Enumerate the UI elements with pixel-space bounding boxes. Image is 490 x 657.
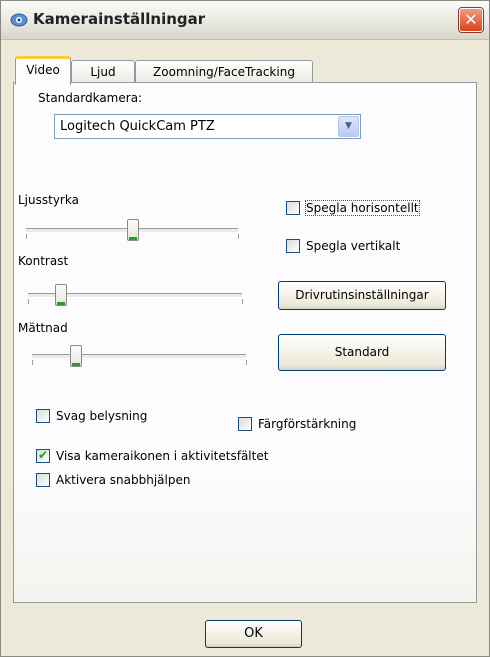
tab-ljud[interactable]: Ljud (71, 60, 135, 83)
camera-select-value: Logitech QuickCam PTZ (60, 119, 215, 134)
chevron-down-icon[interactable]: ▼ (338, 116, 359, 137)
tab-video[interactable]: Video (15, 56, 71, 85)
saturation-tick-max (246, 360, 247, 365)
standard-button[interactable]: Standard (278, 334, 446, 371)
camera-label: Standardkamera: (38, 91, 143, 105)
brightness-tick-min (26, 234, 27, 239)
saturation-slider-thumb[interactable] (69, 345, 82, 367)
mirror-vertical-label[interactable]: Spegla vertikalt (306, 239, 400, 253)
color-boost-label[interactable]: Färgförstärkning (258, 417, 356, 431)
show-tray-icon-checkbox[interactable]: ✔ (36, 448, 50, 463)
contrast-slider-thumb[interactable] (55, 284, 68, 306)
contrast-tick-max (242, 299, 243, 304)
camera-settings-window: Kamerainställningar ✕ Video Ljud Zoomnin… (0, 0, 490, 657)
checkmark-icon: ✔ (38, 448, 49, 462)
low-light-checkbox[interactable] (36, 409, 50, 423)
window-title: Kamerainställningar (33, 10, 206, 28)
brightness-slider-thumb[interactable] (127, 219, 139, 241)
tab-zoomning-facetracking[interactable]: Zoomning/FaceTracking (135, 60, 313, 83)
saturation-slider-track[interactable] (32, 354, 246, 359)
title-bar[interactable]: Kamerainställningar ✕ (1, 1, 489, 40)
video-tab-panel: Standardkamera: Logitech QuickCam PTZ ▼ … (13, 82, 477, 603)
brightness-tick-max (238, 234, 239, 239)
mirror-horizontal-checkbox[interactable] (286, 201, 300, 215)
quick-help-label[interactable]: Aktivera snabbhjälpen (56, 473, 190, 487)
mirror-horizontal-label[interactable]: Spegla horisontellt (305, 200, 420, 216)
saturation-tick-min (32, 360, 33, 365)
saturation-label: Mättnad (18, 321, 68, 335)
color-boost-checkbox[interactable] (238, 417, 252, 431)
contrast-label: Kontrast (18, 254, 69, 268)
close-button[interactable]: ✕ (459, 8, 483, 32)
webcam-icon (10, 13, 28, 27)
ok-button[interactable]: OK (205, 620, 302, 648)
show-tray-icon-label[interactable]: Visa kameraikonen i aktivitetsfältet (56, 449, 268, 463)
camera-select[interactable]: Logitech QuickCam PTZ ▼ (54, 114, 361, 139)
quick-help-checkbox[interactable] (36, 473, 50, 487)
low-light-label[interactable]: Svag belysning (56, 409, 147, 423)
mirror-vertical-checkbox[interactable] (286, 239, 300, 253)
contrast-tick-min (28, 299, 29, 304)
brightness-label: Ljusstyrka (18, 193, 79, 207)
driver-settings-button[interactable]: Drivrutinsinställningar (278, 281, 446, 310)
